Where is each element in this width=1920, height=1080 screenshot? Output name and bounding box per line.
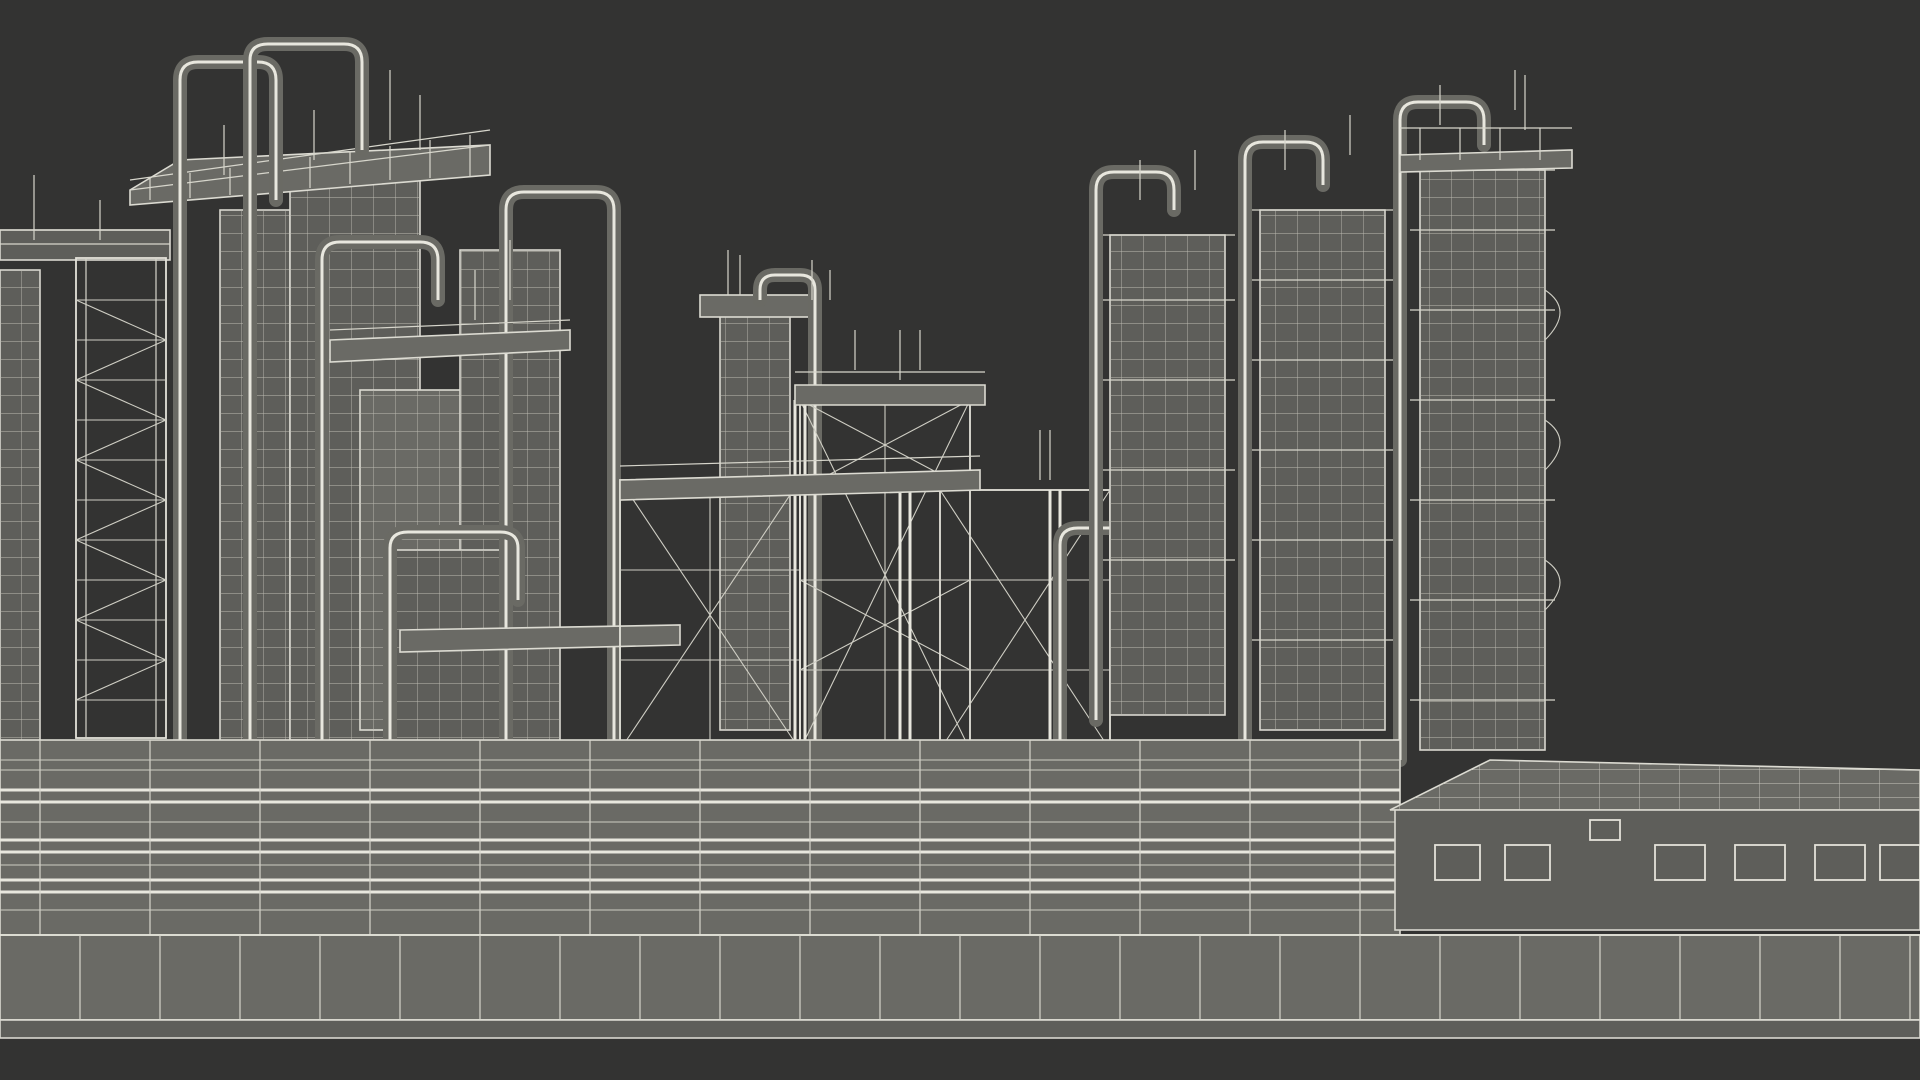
control-building — [1389, 759, 1920, 931]
refinery-wireframe-scene — [0, 37, 1920, 1039]
perimeter-fence — [0, 934, 1920, 1039]
pipe-racks — [0, 739, 1401, 941]
middle-process-cluster — [619, 250, 1157, 767]
left-process-cluster — [0, 37, 681, 771]
right-distillation-towers — [1089, 70, 1573, 767]
